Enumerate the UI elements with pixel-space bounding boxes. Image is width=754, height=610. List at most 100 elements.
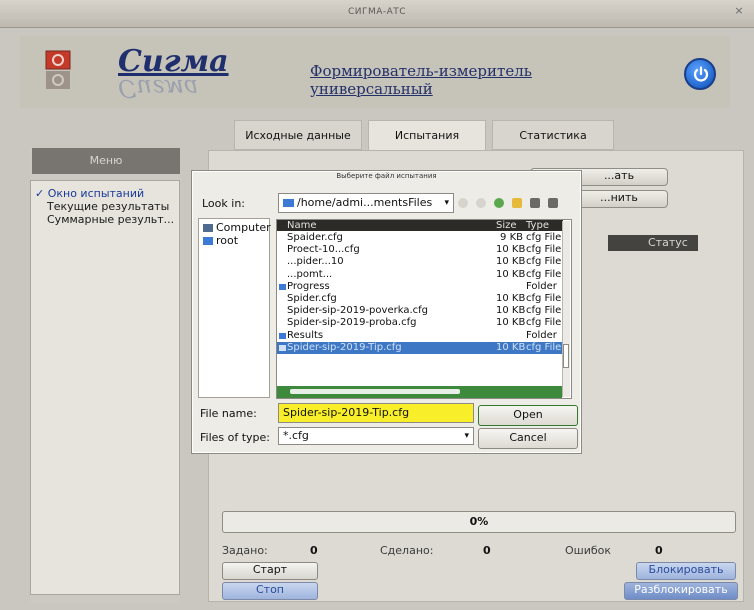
file-row[interactable]: Spider-sip-2019-Tip.cfg 10 KB cfg File bbox=[277, 341, 563, 354]
file-size: 10 KB bbox=[496, 305, 526, 317]
window-titlebar: СИГМА-АТС bbox=[0, 0, 754, 28]
window-title: СИГМА-АТС bbox=[347, 7, 407, 17]
tab-statistics[interactable]: Статистика bbox=[492, 120, 614, 150]
menu-item-summary-results[interactable]: Суммарные результ... bbox=[35, 213, 174, 226]
files-of-type-label: Files of type: bbox=[200, 431, 271, 444]
file-type: cfg File bbox=[526, 341, 562, 353]
dialog-title: Выберите файл испытания bbox=[336, 172, 437, 180]
chevron-down-icon: ▾ bbox=[464, 431, 469, 441]
back-icon[interactable] bbox=[458, 198, 468, 208]
stop-button[interactable]: Стоп bbox=[222, 582, 318, 600]
file-type: cfg File bbox=[526, 293, 562, 304]
file-size: 10 KB bbox=[496, 317, 526, 329]
file-name-input[interactable]: Spider-sip-2019-Tip.cfg bbox=[278, 403, 474, 423]
status-column-header: Статус bbox=[608, 235, 698, 251]
file-row[interactable]: ...pider...10 10 KB cfg File bbox=[277, 256, 563, 268]
tab-bar: Исходные данные Испытания Статистика bbox=[234, 120, 614, 151]
power-icon bbox=[693, 66, 709, 82]
file-row[interactable]: Proect-10...cfg 10 KB cfg File bbox=[277, 244, 563, 256]
place-root[interactable]: root bbox=[203, 234, 238, 247]
folder-row[interactable]: Results Folder bbox=[277, 330, 563, 342]
file-list: Name Size Type Spaider.cfg 9 KB cfg File Pr… bbox=[276, 219, 572, 399]
menu-title: Меню bbox=[32, 148, 180, 174]
logo-icon bbox=[45, 50, 71, 90]
look-in-select[interactable]: /home/admi...mentsFiles ▾ bbox=[278, 193, 454, 213]
file-name: ...pomt... bbox=[287, 268, 333, 280]
file-icon bbox=[279, 344, 286, 351]
computer-icon bbox=[203, 224, 213, 232]
file-name: Proect-10...cfg bbox=[287, 244, 360, 256]
file-name: Progress bbox=[287, 280, 330, 292]
tab-source-data[interactable]: Исходные данные bbox=[234, 120, 362, 150]
file-size: 10 KB bbox=[496, 268, 526, 280]
file-list-scrollbar[interactable] bbox=[562, 221, 570, 397]
folder-icon bbox=[279, 332, 286, 339]
file-name: Spider-sip-2019-poverka.cfg bbox=[287, 305, 428, 317]
parent-folder-icon[interactable] bbox=[494, 198, 504, 208]
places-sidebar: Computer root bbox=[198, 218, 271, 398]
counter-value-done: 0 bbox=[483, 544, 491, 557]
app-logo: Сигма Сигма bbox=[118, 46, 258, 103]
look-in-label: Look in: bbox=[202, 197, 245, 210]
power-button[interactable] bbox=[684, 58, 716, 90]
cancel-button[interactable]: Cancel bbox=[478, 428, 578, 449]
file-list-header: Name Size Type bbox=[277, 220, 563, 231]
file-name: Results bbox=[287, 329, 324, 341]
menu-item-test-window[interactable]: ✓ Окно испытаний bbox=[35, 187, 144, 200]
file-type: cfg File bbox=[526, 305, 562, 317]
file-row[interactable]: ...pomt... 10 KB cfg File bbox=[277, 269, 563, 281]
hscrollbar-thumb[interactable] bbox=[290, 389, 460, 394]
folder-icon bbox=[279, 283, 286, 290]
column-name[interactable]: Name bbox=[287, 220, 317, 231]
file-name: Spider-sip-2019-Tip.cfg bbox=[287, 341, 402, 353]
tab-tests[interactable]: Испытания bbox=[368, 120, 486, 151]
file-type: cfg File bbox=[526, 232, 562, 243]
menu-item-current-results[interactable]: Текущие результаты bbox=[35, 200, 169, 213]
file-name: Spider.cfg bbox=[287, 293, 337, 304]
file-size: 10 KB bbox=[496, 341, 526, 353]
open-button[interactable]: Open bbox=[478, 405, 578, 426]
counter-value-set: 0 bbox=[310, 544, 318, 557]
forward-icon[interactable] bbox=[476, 198, 486, 208]
file-size: 10 KB bbox=[496, 244, 526, 256]
place-computer[interactable]: Computer bbox=[203, 221, 271, 234]
file-row[interactable]: Spider.cfg 10 KB cfg File bbox=[277, 293, 563, 305]
column-size[interactable]: Size bbox=[496, 220, 517, 231]
folder-icon bbox=[283, 199, 294, 207]
file-size: 10 KB bbox=[496, 293, 526, 304]
progress-bar: 0% bbox=[222, 511, 736, 533]
list-view-icon[interactable] bbox=[530, 198, 540, 208]
menu-list: ✓ Окно испытаний Текущие результаты Сумм… bbox=[30, 180, 180, 595]
column-type[interactable]: Type bbox=[526, 220, 549, 231]
folder-icon bbox=[203, 237, 213, 245]
scrollbar-thumb[interactable] bbox=[563, 344, 569, 368]
unblock-button[interactable]: Разблокировать bbox=[624, 582, 738, 600]
file-row[interactable]: Spider-sip-2019-poverka.cfg 10 KB cfg File bbox=[277, 305, 563, 317]
file-type: cfg File bbox=[526, 268, 562, 280]
app-subtitle: Формирователь-измеритель универсальный bbox=[310, 62, 532, 98]
new-folder-icon[interactable] bbox=[512, 198, 522, 208]
folder-row[interactable]: Progress Folder bbox=[277, 281, 563, 293]
file-size: 10 KB bbox=[496, 256, 526, 268]
file-type: cfg File bbox=[526, 244, 562, 256]
counter-label-done: Сделано: bbox=[380, 544, 434, 557]
start-button[interactable]: Старт bbox=[222, 562, 318, 580]
chevron-down-icon: ▾ bbox=[444, 198, 449, 208]
counter-label-set: Задано: bbox=[222, 544, 268, 557]
close-icon[interactable]: × bbox=[732, 4, 746, 18]
block-button[interactable]: Блокировать bbox=[636, 562, 736, 580]
detail-view-icon[interactable] bbox=[548, 198, 558, 208]
file-row[interactable]: Spaider.cfg 9 KB cfg File bbox=[277, 232, 563, 244]
file-row[interactable]: Spider-sip-2019-proba.cfg 10 KB cfg File bbox=[277, 317, 563, 329]
counter-label-errors: Ошибок bbox=[565, 544, 612, 557]
file-name-label: File name: bbox=[200, 407, 257, 420]
files-of-type-value: *.cfg bbox=[283, 429, 309, 442]
file-name: Spaider.cfg bbox=[287, 232, 343, 243]
files-of-type-select[interactable]: *.cfg ▾ bbox=[278, 427, 474, 445]
file-name: Spider-sip-2019-proba.cfg bbox=[287, 317, 417, 329]
logo-reflection: Сигма bbox=[118, 74, 199, 102]
file-type: cfg File bbox=[526, 317, 562, 329]
look-in-path: /home/admi...mentsFiles bbox=[297, 196, 433, 209]
counter-value-errors: 0 bbox=[655, 544, 663, 557]
file-size: 9 KB bbox=[500, 232, 523, 243]
